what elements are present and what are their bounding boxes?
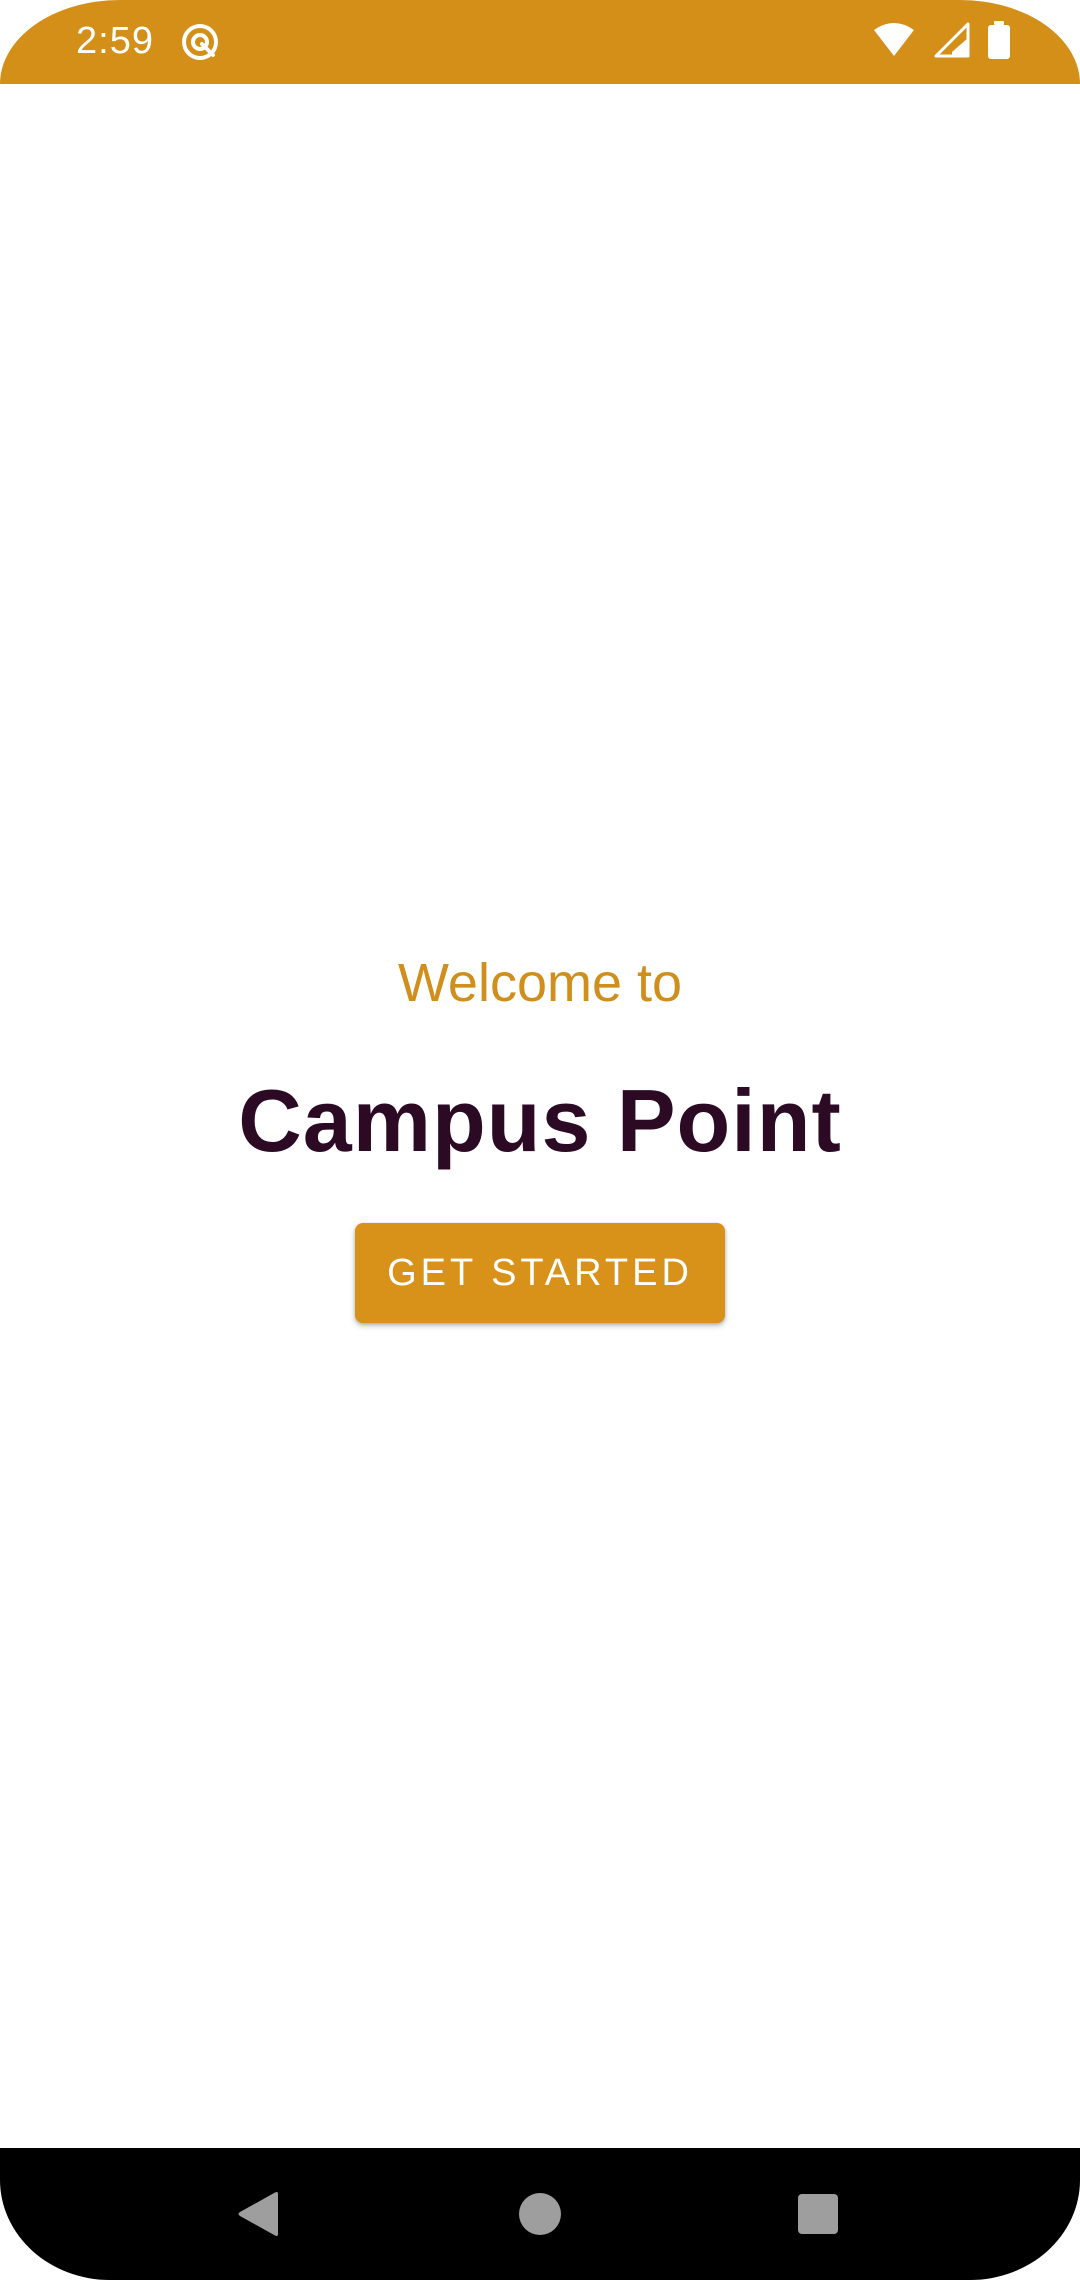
status-time: 2:59 bbox=[76, 20, 154, 62]
app-notification-icon bbox=[180, 22, 220, 62]
wifi-icon bbox=[872, 22, 916, 63]
battery-icon bbox=[988, 20, 1010, 64]
home-icon[interactable] bbox=[519, 2193, 561, 2235]
get-started-button[interactable]: GET STARTED bbox=[355, 1223, 725, 1323]
welcome-subtitle: Welcome to bbox=[397, 953, 683, 1013]
navigation-bar bbox=[0, 2148, 1080, 2280]
status-indicators bbox=[872, 20, 1010, 64]
back-icon[interactable] bbox=[236, 2190, 282, 2238]
welcome-screen: 2:59 Welcome to Campus Point GET STARTED bbox=[0, 0, 1080, 2280]
recents-icon[interactable] bbox=[798, 2194, 838, 2234]
app-title: Campus Point bbox=[238, 1071, 842, 1170]
status-bar: 2:59 bbox=[0, 0, 1080, 84]
cellular-signal-icon bbox=[934, 22, 970, 63]
